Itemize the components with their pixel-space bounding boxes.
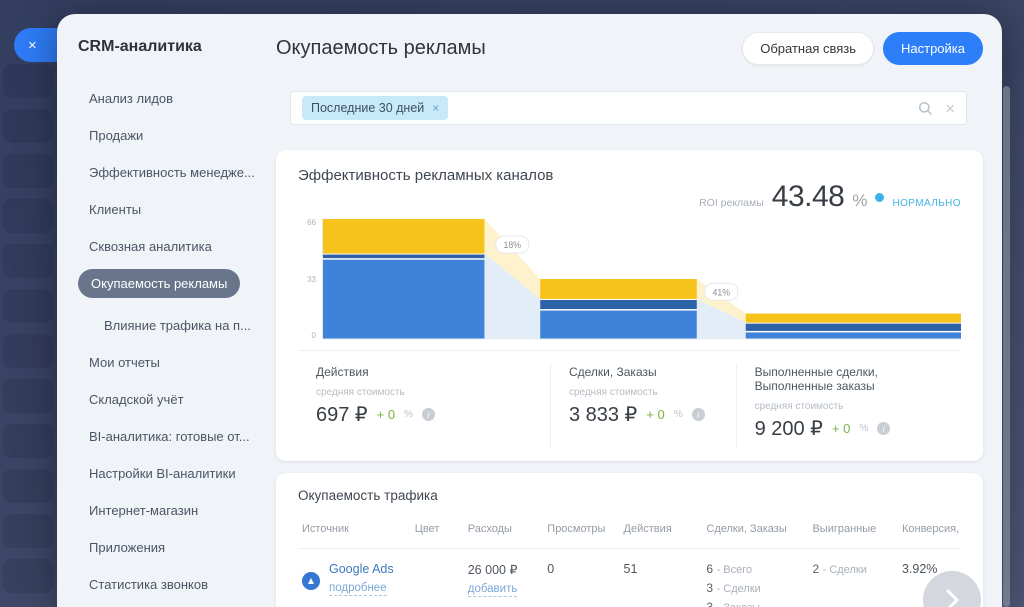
slider-panel: CRM-аналитика Анализ лидов Продажи Эффекти… — [57, 14, 1002, 607]
close-icon: × — [28, 37, 37, 54]
roi-value: 43.48 — [772, 180, 845, 214]
y-axis: 66 33 0 — [298, 218, 322, 340]
sidebar-item[interactable]: Складской учёт — [78, 383, 263, 416]
sidebar-item[interactable]: Окупаемость рекламы — [78, 269, 240, 298]
background-tile — [3, 244, 53, 278]
table-title: Окупаемость трафика — [298, 488, 961, 503]
stat-value: 697 ₽ — [316, 402, 368, 427]
background-tile — [3, 514, 53, 548]
stat-completed: Выполненные сделки, Выполненные заказы с… — [736, 363, 961, 449]
background-tile — [3, 64, 53, 98]
filter-search-bar[interactable]: Последние 30 дней × × — [290, 91, 967, 125]
info-icon[interactable]: i — [692, 408, 705, 421]
status-dot-icon — [875, 193, 884, 202]
sidebar-title: CRM-аналитика — [78, 38, 263, 56]
background-tile — [3, 199, 53, 233]
sidebar: CRM-аналитика Анализ лидов Продажи Эффекти… — [57, 14, 273, 607]
background-tile — [3, 154, 53, 188]
main-content: Окупаемость рекламы Обратная связь Настр… — [276, 14, 983, 607]
background-tile — [3, 289, 53, 323]
views-value: 0 — [547, 562, 554, 576]
funnel-chart: 66 33 0 18% 41% — [298, 218, 961, 340]
background-tile — [3, 379, 53, 413]
google-ads-icon — [302, 572, 320, 590]
funnel-svg: 18% 41% — [322, 218, 961, 340]
background-tile — [3, 424, 53, 458]
sidebar-item[interactable]: Анализ лидов — [78, 82, 263, 115]
sidebar-nav: Анализ лидов Продажи Эффективность менедже… — [78, 82, 263, 607]
roi-unit: % — [852, 191, 867, 211]
chart-title: Эффективность рекламных каналов — [298, 167, 553, 184]
traffic-table: Источник Цвет Расходы Просмотры Действия… — [298, 511, 961, 607]
delta-value: + 0 — [832, 421, 850, 436]
page-scrollbar[interactable] — [1003, 86, 1010, 607]
stat-deals: Сделки, Заказы средняя стоимость 3 833 ₽… — [550, 363, 736, 449]
stat-actions: Действия средняя стоимость 697 ₽ + 0 % i — [298, 363, 550, 449]
sidebar-item[interactable]: Эффективность менедже... — [78, 156, 263, 189]
roi-indicator: ROI рекламы 43.48 % НОРМАЛЬНО — [699, 180, 961, 214]
search-icon[interactable] — [918, 101, 933, 116]
info-icon[interactable]: i — [422, 408, 435, 421]
sidebar-item[interactable]: Сквозная аналитика — [78, 230, 263, 263]
filter-clear-icon[interactable]: × — [945, 100, 955, 117]
feedback-button[interactable]: Обратная связь — [742, 32, 874, 65]
actions-value: 51 — [624, 562, 638, 576]
sidebar-item[interactable]: Настройки BI-аналитики — [78, 457, 263, 490]
background-tile — [3, 334, 53, 368]
delta-value: + 0 — [377, 407, 395, 422]
filter-tag[interactable]: Последние 30 дней × — [302, 96, 448, 120]
settings-button[interactable]: Настройка — [883, 32, 983, 65]
sidebar-item[interactable]: Статистика звонков — [78, 568, 263, 601]
sidebar-item[interactable]: Клиенты — [78, 193, 263, 226]
roi-status-badge: НОРМАЛЬНО — [892, 198, 961, 209]
svg-text:18%: 18% — [504, 240, 522, 250]
filter-tag-label: Последние 30 дней — [311, 101, 424, 115]
filter-tag-remove-icon[interactable]: × — [432, 102, 439, 114]
info-icon[interactable]: i — [877, 422, 890, 435]
background-tile — [3, 559, 53, 593]
conversion-value: 3.92% — [902, 562, 937, 576]
sidebar-item[interactable]: Приложения — [78, 531, 263, 564]
stage-stats: Действия средняя стоимость 697 ₽ + 0 % i… — [298, 350, 961, 449]
sidebar-item[interactable]: Влияние трафика на п... — [78, 309, 263, 342]
stat-value: 9 200 ₽ — [755, 416, 823, 441]
traffic-payback-card: Окупаемость трафика Источник Цвет Расход… — [276, 473, 983, 607]
source-link[interactable]: Google Ads — [329, 562, 394, 576]
background-tile — [3, 109, 53, 143]
roi-label: ROI рекламы — [699, 197, 764, 209]
background-tile — [3, 469, 53, 503]
svg-text:41%: 41% — [712, 287, 730, 297]
sidebar-item[interactable]: Продажи — [78, 119, 263, 152]
table-row: Google Ads подробнее 26 000 ₽ добавить 0… — [298, 549, 961, 607]
stat-value: 3 833 ₽ — [569, 402, 637, 427]
channel-efficiency-card: Эффективность рекламных каналов ROI рекл… — [276, 150, 983, 461]
sidebar-item[interactable]: BI-аналитика: готовые от... — [78, 420, 263, 453]
add-link[interactable]: добавить — [468, 583, 518, 597]
chevron-right-icon — [942, 587, 962, 607]
expenses-value: 26 000 ₽ — [468, 563, 518, 577]
details-link[interactable]: подробнее — [329, 582, 387, 596]
delta-value: + 0 — [646, 407, 664, 422]
table-header-row: Источник Цвет Расходы Просмотры Действия… — [298, 511, 961, 549]
sidebar-item[interactable]: Мои отчеты — [78, 346, 263, 379]
sidebar-item[interactable]: Интернет-магазин — [78, 494, 263, 527]
page-title: Окупаемость рекламы — [276, 37, 486, 60]
